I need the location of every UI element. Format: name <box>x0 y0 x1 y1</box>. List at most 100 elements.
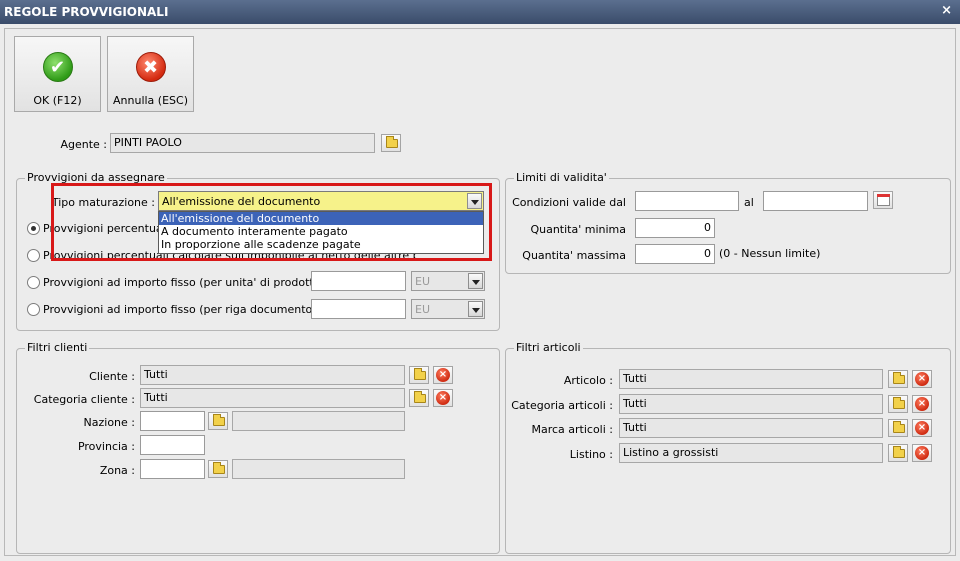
radio-label: Provvigioni ad importo fisso (per riga d… <box>43 303 317 316</box>
radio-fisso-unita[interactable]: Provvigioni ad importo fisso (per unita'… <box>27 274 325 292</box>
articolo-browse-button[interactable] <box>888 370 908 388</box>
dropdown-option-2[interactable]: In proporzione alle scadenze pagate <box>159 238 483 251</box>
marca-articoli-field[interactable]: Tutti <box>619 418 883 438</box>
calendar-button[interactable] <box>873 191 893 209</box>
categoria-articoli-label: Categoria articoli : <box>511 399 613 412</box>
delete-icon: × <box>436 391 450 405</box>
al-label: al <box>744 196 754 209</box>
condizioni-label: Condizioni valide dal <box>512 196 626 209</box>
provvigioni-group-title: Provvigioni da assegnare <box>25 171 167 184</box>
agente-label: Agente : <box>60 138 107 151</box>
folder-icon <box>213 414 225 426</box>
chevron-down-icon[interactable] <box>467 193 482 209</box>
agente-field[interactable]: PINTI PAOLO <box>110 133 375 153</box>
radio-label: Provvigioni ad importo fisso (per unita'… <box>43 276 325 289</box>
qmin-field[interactable]: 0 <box>635 218 715 238</box>
categoria-cliente-field[interactable]: Tutti <box>140 388 405 408</box>
zona-field[interactable] <box>140 459 205 479</box>
categoria-cliente-label: Categoria cliente : <box>33 393 135 406</box>
radio-button[interactable] <box>27 303 40 316</box>
listino-clear-button[interactable]: × <box>912 444 932 462</box>
agente-browse-button[interactable] <box>381 134 401 152</box>
delete-icon: × <box>436 368 450 382</box>
radio-percentuali[interactable]: Provvigioni percentuali c <box>27 220 159 238</box>
articolo-clear-button[interactable]: × <box>912 370 932 388</box>
articolo-field[interactable]: Tutti <box>619 369 883 389</box>
data-al-field[interactable] <box>763 191 868 211</box>
qmax-note: (0 - Nessun limite) <box>719 247 821 260</box>
folder-icon <box>213 462 225 474</box>
provincia-label: Provincia : <box>77 440 135 453</box>
valuta-unita-value: EU <box>415 275 431 288</box>
articolo-label: Articolo : <box>563 374 613 387</box>
categoria-articoli-clear-button[interactable]: × <box>912 395 932 413</box>
dropdown-option-0[interactable]: All'emissione del documento <box>159 212 483 225</box>
cliente-clear-button[interactable]: × <box>433 366 453 384</box>
cliente-label: Cliente : <box>89 370 135 383</box>
delete-icon: × <box>915 372 929 386</box>
valuta-riga-value: EU <box>415 303 431 316</box>
delete-icon: × <box>915 446 929 460</box>
tipo-maturazione-dropdown: All'emissione del documento A documento … <box>158 211 484 254</box>
chevron-down-icon[interactable] <box>468 301 483 317</box>
marca-articoli-clear-button[interactable]: × <box>912 419 932 437</box>
ok-button[interactable]: ✔ OK (F12) <box>14 36 101 112</box>
categoria-cliente-browse-button[interactable] <box>409 389 429 407</box>
x-icon: ✖ <box>135 52 166 82</box>
qmin-label: Quantita' minima <box>530 223 626 236</box>
delete-icon: × <box>915 397 929 411</box>
categoria-articoli-browse-button[interactable] <box>888 395 908 413</box>
listino-browse-button[interactable] <box>888 444 908 462</box>
close-icon[interactable]: × <box>941 3 952 18</box>
cancel-button-label: Annulla (ESC) <box>113 94 188 107</box>
importo-unita-field[interactable] <box>311 271 406 291</box>
folder-icon <box>414 391 426 403</box>
tipo-maturazione-label: Tipo maturazione : <box>51 196 155 209</box>
radio-label: Provvigioni percentuali c <box>43 222 159 235</box>
zona-browse-button[interactable] <box>208 460 228 478</box>
dialog-body: ✔ OK (F12) ✖ Annulla (ESC) Agente : PINT… <box>4 28 956 556</box>
nazione-label: Nazione : <box>83 416 135 429</box>
zona-label: Zona : <box>99 464 135 477</box>
window-titlebar: REGOLE PROVVIGIONALI × <box>0 0 960 24</box>
data-dal-field[interactable] <box>635 191 739 211</box>
provincia-field[interactable] <box>140 435 205 455</box>
zona-desc-field <box>232 459 405 479</box>
nazione-browse-button[interactable] <box>208 412 228 430</box>
radio-fisso-riga[interactable]: Provvigioni ad importo fisso (per riga d… <box>27 301 317 319</box>
folder-icon <box>386 136 398 148</box>
listino-label: Listino : <box>569 448 613 461</box>
tipo-maturazione-select[interactable]: All'emissione del documento <box>158 191 484 211</box>
importo-riga-field[interactable] <box>311 299 406 319</box>
dropdown-option-1[interactable]: A documento interamente pagato <box>159 225 483 238</box>
radio-button[interactable] <box>27 249 40 262</box>
folder-icon <box>893 397 905 409</box>
radio-button[interactable] <box>27 222 40 235</box>
limiti-group-title: Limiti di validita' <box>514 171 609 184</box>
categoria-cliente-clear-button[interactable]: × <box>433 389 453 407</box>
delete-icon: × <box>915 421 929 435</box>
cliente-field[interactable]: Tutti <box>140 365 405 385</box>
marca-articoli-browse-button[interactable] <box>888 419 908 437</box>
filtri-clienti-title: Filtri clienti <box>25 341 90 354</box>
check-icon: ✔ <box>42 52 73 82</box>
filtri-articoli-title: Filtri articoli <box>514 341 583 354</box>
nazione-desc-field <box>232 411 405 431</box>
cliente-browse-button[interactable] <box>409 366 429 384</box>
qmax-field[interactable]: 0 <box>635 244 715 264</box>
folder-icon <box>893 421 905 433</box>
folder-icon <box>893 446 905 458</box>
nazione-field[interactable] <box>140 411 205 431</box>
tipo-maturazione-value: All'emissione del documento <box>162 195 321 208</box>
folder-icon <box>414 368 426 380</box>
calendar-icon <box>877 194 890 206</box>
valuta-riga-select[interactable]: EU <box>411 299 485 319</box>
listino-field[interactable]: Listino a grossisti <box>619 443 883 463</box>
cancel-button[interactable]: ✖ Annulla (ESC) <box>107 36 194 112</box>
categoria-articoli-field[interactable]: Tutti <box>619 394 883 414</box>
chevron-down-icon[interactable] <box>468 273 483 289</box>
radio-button[interactable] <box>27 276 40 289</box>
marca-articoli-label: Marca articoli : <box>531 423 613 436</box>
qmax-label: Quantita' massima <box>522 249 626 262</box>
valuta-unita-select[interactable]: EU <box>411 271 485 291</box>
